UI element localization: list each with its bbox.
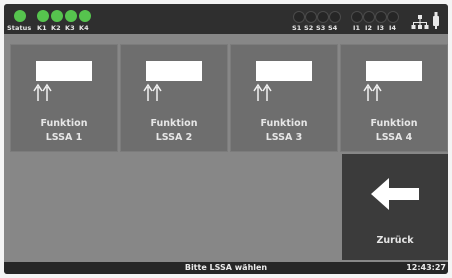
hmi-screen: Status K1 K2 K3 K4 S1 S2 S3 S4 I1 I2 I3 …	[4, 4, 448, 274]
back-button-label: Zurück	[376, 235, 414, 246]
status-message: Bitte LSSA wählen	[184, 263, 268, 272]
i1-led	[351, 11, 363, 23]
back-button[interactable]: Zurück	[342, 154, 448, 260]
tile-label-line2: LSSA 4	[375, 132, 413, 143]
k1-label: K1	[37, 24, 47, 32]
message-bar: Bitte LSSA wählen 12:43:27	[4, 262, 448, 274]
status-label: Status	[7, 24, 32, 32]
double-arrow-up-icon	[253, 83, 272, 101]
signal-panel-icon	[256, 61, 312, 81]
s1-label: S1	[292, 24, 302, 32]
clock: 12:43:27	[406, 263, 446, 272]
s3-led	[317, 11, 329, 23]
network-icon	[411, 15, 429, 29]
status-bar: Status K1 K2 K3 K4 S1 S2 S3 S4 I1 I2 I3 …	[4, 4, 448, 34]
tile-label-line2: LSSA 2	[155, 132, 193, 143]
s1-led	[293, 11, 305, 23]
s2-led	[305, 11, 317, 23]
k4-led	[79, 10, 91, 22]
tile-label-line2: LSSA 1	[45, 132, 83, 143]
signal-panel-icon	[146, 61, 202, 81]
arrow-left-icon	[371, 178, 419, 210]
signal-panel-icon	[36, 61, 92, 81]
i4-led	[387, 11, 399, 23]
tile-label-line1: Funktion	[370, 118, 418, 129]
function-lssa-1-button[interactable]: Funktion LSSA 1	[10, 44, 118, 152]
k1-led	[37, 10, 49, 22]
s2-label: S2	[304, 24, 314, 32]
i2-led	[363, 11, 375, 23]
tile-label-line1: Funktion	[260, 118, 308, 129]
status-led	[14, 10, 26, 22]
i4-label: I4	[389, 24, 397, 32]
s4-label: S4	[328, 24, 338, 32]
s4-led	[329, 11, 341, 23]
double-arrow-up-icon	[143, 83, 162, 101]
i1-label: I1	[353, 24, 361, 32]
k4-label: K4	[79, 24, 89, 32]
function-lssa-4-button[interactable]: Funktion LSSA 4	[340, 44, 448, 152]
function-lssa-2-button[interactable]: Funktion LSSA 2	[120, 44, 228, 152]
tile-label-line2: LSSA 3	[265, 132, 303, 143]
tile-label-line1: Funktion	[150, 118, 198, 129]
k3-led	[65, 10, 77, 22]
i3-led	[375, 11, 387, 23]
k3-label: K3	[65, 24, 75, 32]
usb-icon	[433, 12, 439, 29]
double-arrow-up-icon	[363, 83, 382, 101]
i2-label: I2	[365, 24, 373, 32]
double-arrow-up-icon	[33, 83, 52, 101]
k2-led	[51, 10, 63, 22]
k2-label: K2	[51, 24, 61, 32]
s3-label: S3	[316, 24, 326, 32]
function-lssa-3-button[interactable]: Funktion LSSA 3	[230, 44, 338, 152]
i3-label: I3	[377, 24, 385, 32]
tile-label-line1: Funktion	[40, 118, 88, 129]
signal-panel-icon	[366, 61, 422, 81]
